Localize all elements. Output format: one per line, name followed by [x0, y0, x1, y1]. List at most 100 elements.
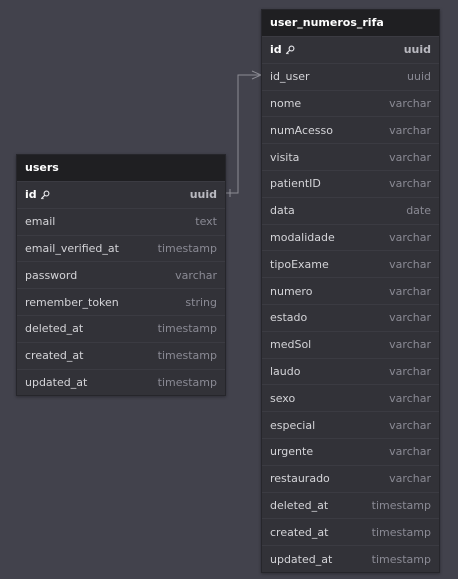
column-type: varchar	[389, 338, 431, 352]
column-type: timestamp	[157, 241, 217, 255]
column-row[interactable]: password varchar	[17, 261, 225, 288]
column-row[interactable]: created_at timestamp	[17, 341, 225, 369]
column-name: sexo	[270, 392, 295, 405]
column-name: data	[270, 204, 295, 217]
column-name: modalidade	[270, 231, 335, 244]
column-row[interactable]: visita varchar	[262, 143, 439, 170]
column-row[interactable]: tipoExame varchar	[262, 250, 439, 277]
column-name-text: id_user	[270, 70, 310, 84]
column-name-text: remember_token	[25, 295, 119, 309]
column-name-text: patientID	[270, 177, 321, 191]
column-row[interactable]: id uuid	[262, 36, 439, 63]
column-row[interactable]: especial varchar	[262, 411, 439, 438]
column-row[interactable]: remember_token string	[17, 288, 225, 315]
column-name-text: modalidade	[270, 230, 335, 244]
column-name: urgente	[270, 445, 313, 458]
column-type: varchar	[389, 96, 431, 110]
column-name: created_at	[25, 349, 83, 362]
column-type: varchar	[389, 257, 431, 271]
column-type: varchar	[175, 268, 217, 282]
column-type: varchar	[389, 150, 431, 164]
column-row[interactable]: updated_at timestamp	[262, 545, 439, 572]
column-row[interactable]: patientID varchar	[262, 169, 439, 197]
column-type: timestamp	[157, 349, 217, 363]
column-name-text: email_verified_at	[25, 241, 119, 255]
column-row[interactable]: modalidade varchar	[262, 223, 439, 251]
column-row[interactable]: updated_at timestamp	[17, 368, 225, 396]
column-row[interactable]: data date	[262, 196, 439, 224]
column-name: email_verified_at	[25, 242, 119, 255]
column-name: deleted_at	[270, 499, 328, 512]
column-name-text: urgente	[270, 445, 314, 459]
column-name: updated_at	[25, 376, 87, 389]
column-type: varchar	[389, 472, 431, 486]
table-users-columns: id uuid email text email_verified_at timestam…	[17, 181, 225, 395]
column-name: id	[270, 43, 295, 56]
column-name: visita	[270, 151, 299, 164]
column-row[interactable]: urgente varchar	[262, 437, 439, 465]
column-name: password	[25, 269, 77, 282]
column-name: nome	[270, 97, 301, 110]
column-name: medSol	[270, 338, 311, 351]
column-row[interactable]: id_user uuid	[262, 62, 439, 90]
column-name: restaurado	[270, 472, 330, 485]
column-row[interactable]: id uuid	[17, 181, 225, 208]
column-name: numero	[270, 285, 312, 298]
primary-key-icon	[40, 190, 50, 200]
table-users[interactable]: users id uuid email text email_verified_at ti…	[16, 154, 226, 397]
column-type: timestamp	[371, 552, 431, 566]
column-name-text: updated_at	[270, 552, 333, 566]
column-type: uuid	[189, 188, 217, 202]
column-name-text: deleted_at	[270, 498, 329, 512]
column-name-text: deleted_at	[25, 322, 84, 336]
column-name-text: email	[25, 215, 56, 229]
column-type: varchar	[389, 311, 431, 325]
column-name: created_at	[270, 526, 328, 539]
column-type: date	[406, 204, 431, 218]
column-type: timestamp	[371, 498, 431, 512]
column-type: varchar	[389, 418, 431, 432]
column-name-text: medSol	[270, 338, 312, 352]
column-name-text: data	[270, 204, 295, 218]
column-row[interactable]: email_verified_at timestamp	[17, 234, 225, 262]
column-type: uuid	[403, 43, 431, 57]
column-row[interactable]: nome varchar	[262, 89, 439, 117]
column-type: varchar	[389, 445, 431, 459]
column-row[interactable]: email text	[17, 207, 225, 235]
column-name-text: numero	[270, 284, 313, 298]
column-type: varchar	[389, 177, 431, 191]
column-name-text: password	[25, 268, 78, 282]
column-name: remember_token	[25, 296, 119, 309]
column-name: tipoExame	[270, 258, 329, 271]
table-user-numeros-rifa-title: user_numeros_rifa	[262, 10, 439, 36]
column-row[interactable]: deleted_at timestamp	[17, 314, 225, 342]
column-name: updated_at	[270, 553, 332, 566]
column-name-text: restaurado	[270, 472, 330, 486]
column-name: email	[25, 215, 55, 228]
column-name-text: nome	[270, 96, 302, 110]
column-type: timestamp	[157, 322, 217, 336]
column-name-text: estado	[270, 311, 308, 325]
column-row[interactable]: laudo varchar	[262, 357, 439, 385]
column-row[interactable]: restaurado varchar	[262, 464, 439, 492]
column-row[interactable]: created_at timestamp	[262, 518, 439, 545]
column-row[interactable]: deleted_at timestamp	[262, 491, 439, 519]
column-row[interactable]: numAcesso varchar	[262, 116, 439, 143]
column-name: patientID	[270, 177, 321, 190]
column-type: varchar	[389, 123, 431, 137]
column-name: numAcesso	[270, 124, 333, 137]
column-name: id	[25, 188, 50, 201]
table-user-numeros-rifa[interactable]: user_numeros_rifa id uuid id_user uuid nome v…	[261, 9, 440, 573]
column-name-text: id	[270, 43, 282, 57]
column-name-text: created_at	[25, 349, 84, 363]
column-type: timestamp	[371, 525, 431, 539]
column-type: string	[185, 295, 217, 309]
column-name-text: created_at	[270, 525, 329, 539]
column-row[interactable]: numero varchar	[262, 277, 439, 304]
column-type: varchar	[389, 284, 431, 298]
column-name-text: tipoExame	[270, 257, 329, 271]
column-row[interactable]: medSol varchar	[262, 330, 439, 358]
column-row[interactable]: sexo varchar	[262, 384, 439, 411]
column-name-text: sexo	[270, 391, 296, 405]
column-row[interactable]: estado varchar	[262, 303, 439, 331]
